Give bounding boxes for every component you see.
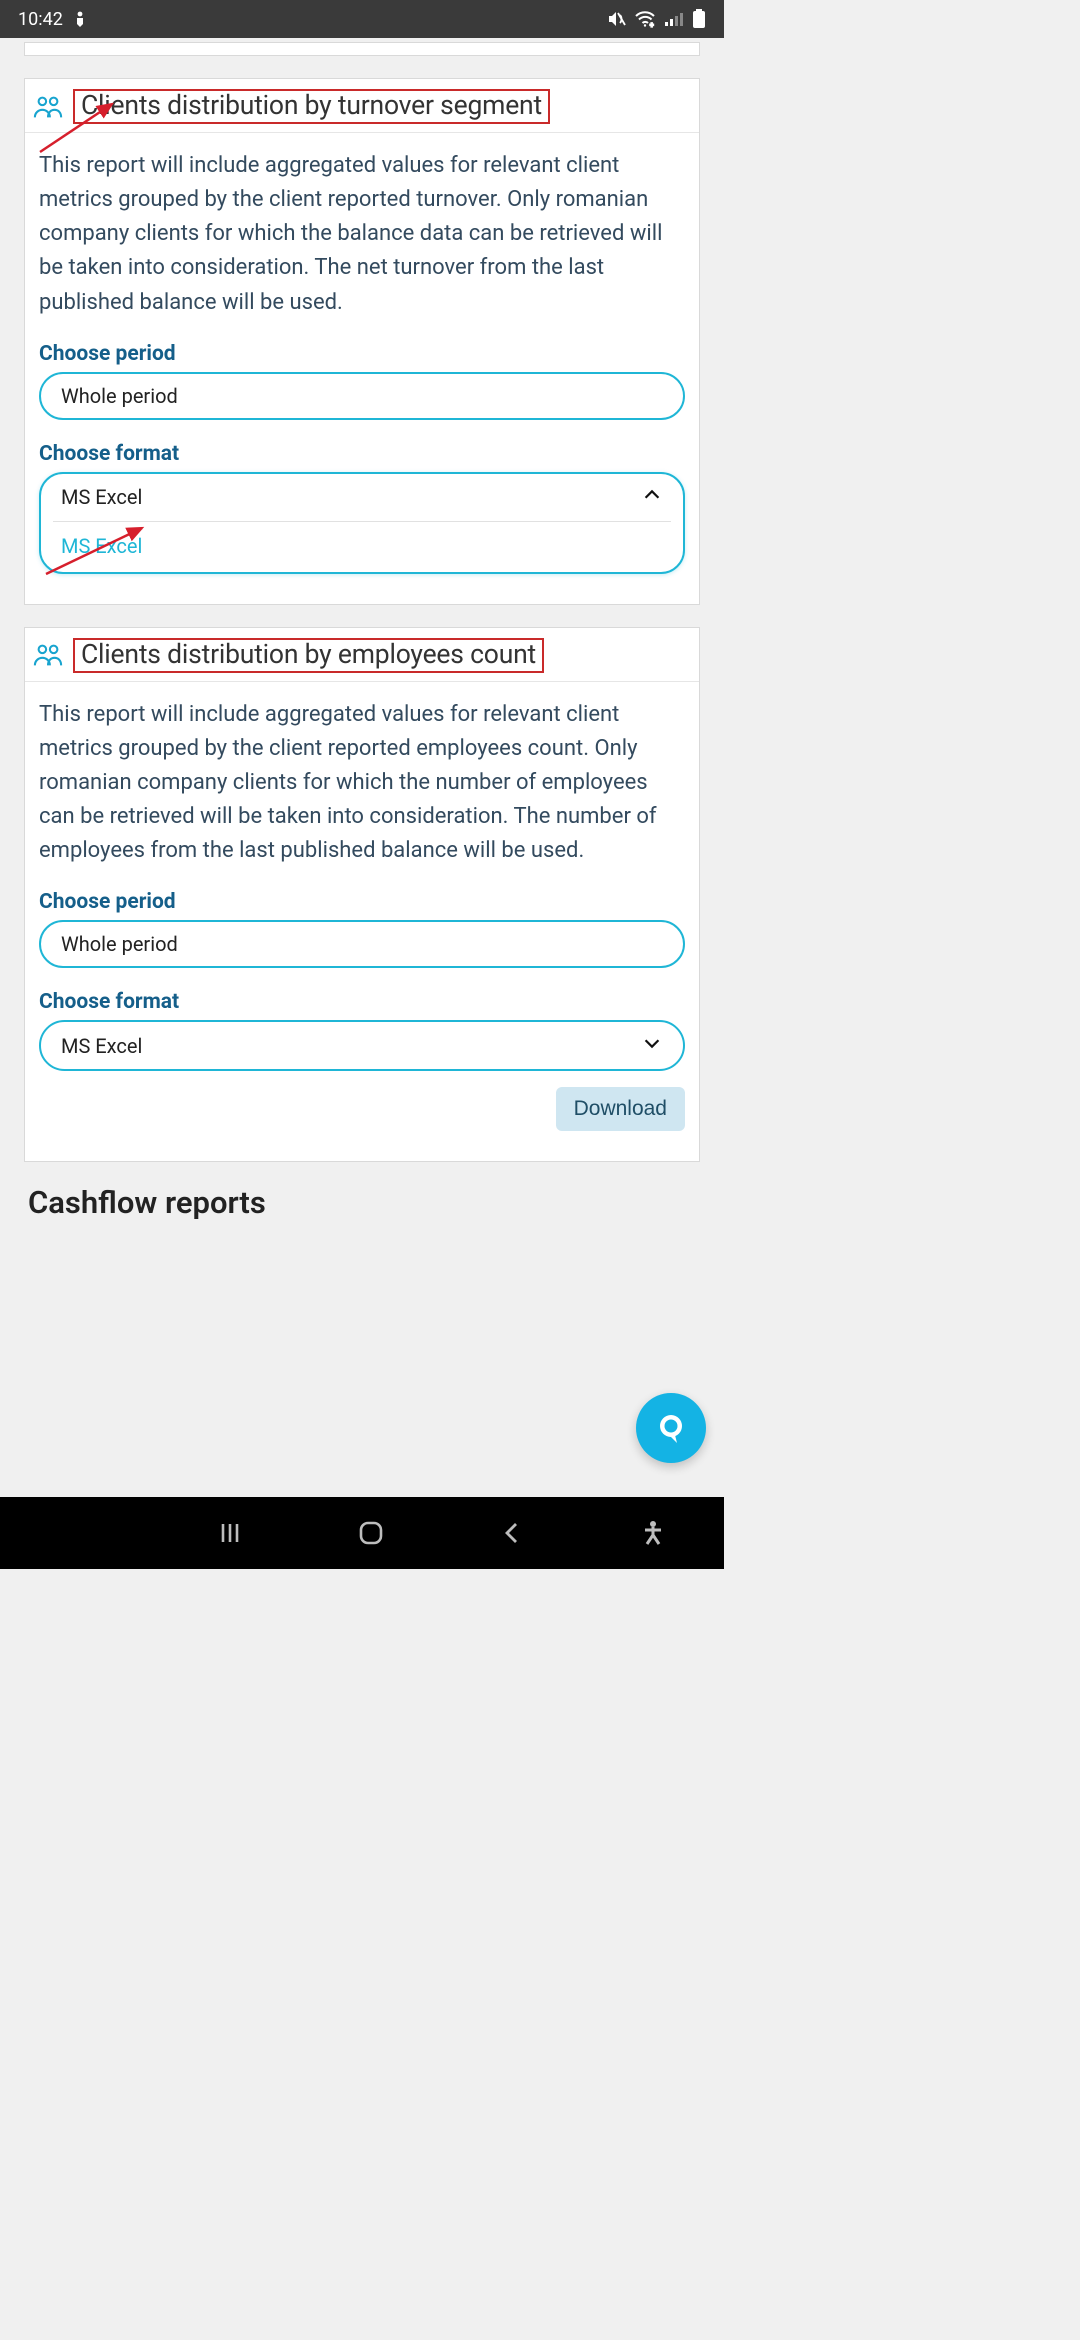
- previous-card-sliver: [24, 42, 700, 56]
- section-title-cashflow: Cashflow reports: [28, 1184, 696, 1221]
- annotation-highlight-box: Clients distribution by employees count: [73, 638, 544, 673]
- battery-icon: [692, 9, 706, 29]
- home-button[interactable]: [351, 1513, 391, 1553]
- card-description: This report will include aggregated valu…: [39, 698, 685, 868]
- format-option-msexcel[interactable]: MS Excel: [41, 522, 683, 572]
- signal-icon: [664, 11, 684, 27]
- period-label: Choose period: [39, 890, 685, 914]
- people-icon: [33, 642, 63, 668]
- chevron-down-icon: [641, 1032, 663, 1059]
- format-value: MS Excel: [61, 1034, 142, 1058]
- period-select[interactable]: Whole period: [39, 920, 685, 968]
- format-label: Choose format: [39, 990, 685, 1014]
- back-button[interactable]: [492, 1513, 532, 1553]
- app-notification-icon: [73, 11, 87, 27]
- period-label: Choose period: [39, 342, 685, 366]
- card-header: Clients distribution by employees count: [25, 628, 699, 682]
- chat-fab[interactable]: [636, 1393, 706, 1463]
- annotation-highlight-box: Clients distribution by turnover segment: [73, 89, 550, 124]
- mute-icon: [606, 10, 626, 28]
- card-title: Clients distribution by employees count: [81, 639, 536, 670]
- download-button[interactable]: Download: [556, 1087, 685, 1131]
- format-select-open[interactable]: MS Excel MS Excel: [39, 472, 685, 574]
- format-select[interactable]: MS Excel: [39, 1020, 685, 1071]
- format-value: MS Excel: [61, 485, 142, 509]
- report-card-turnover: Clients distribution by turnover segment…: [24, 78, 700, 605]
- accessibility-button[interactable]: [633, 1513, 673, 1553]
- svg-text:+: +: [650, 22, 654, 28]
- status-time: 10:42: [18, 9, 63, 30]
- android-nav-bar: [0, 1497, 724, 1569]
- chat-icon: [654, 1411, 688, 1445]
- people-icon: [33, 94, 63, 120]
- report-card-employees: Clients distribution by employees count …: [24, 627, 700, 1163]
- card-description: This report will include aggregated valu…: [39, 149, 685, 319]
- status-bar: 10:42 +: [0, 0, 724, 38]
- card-title: Clients distribution by turnover segment: [81, 90, 542, 121]
- format-label: Choose format: [39, 442, 685, 466]
- period-select[interactable]: Whole period: [39, 372, 685, 420]
- period-value: Whole period: [61, 932, 178, 956]
- recents-button[interactable]: [210, 1513, 250, 1553]
- chevron-up-icon: [641, 484, 663, 511]
- card-header: Clients distribution by turnover segment: [25, 79, 699, 133]
- wifi-icon: +: [634, 10, 656, 28]
- period-value: Whole period: [61, 384, 178, 408]
